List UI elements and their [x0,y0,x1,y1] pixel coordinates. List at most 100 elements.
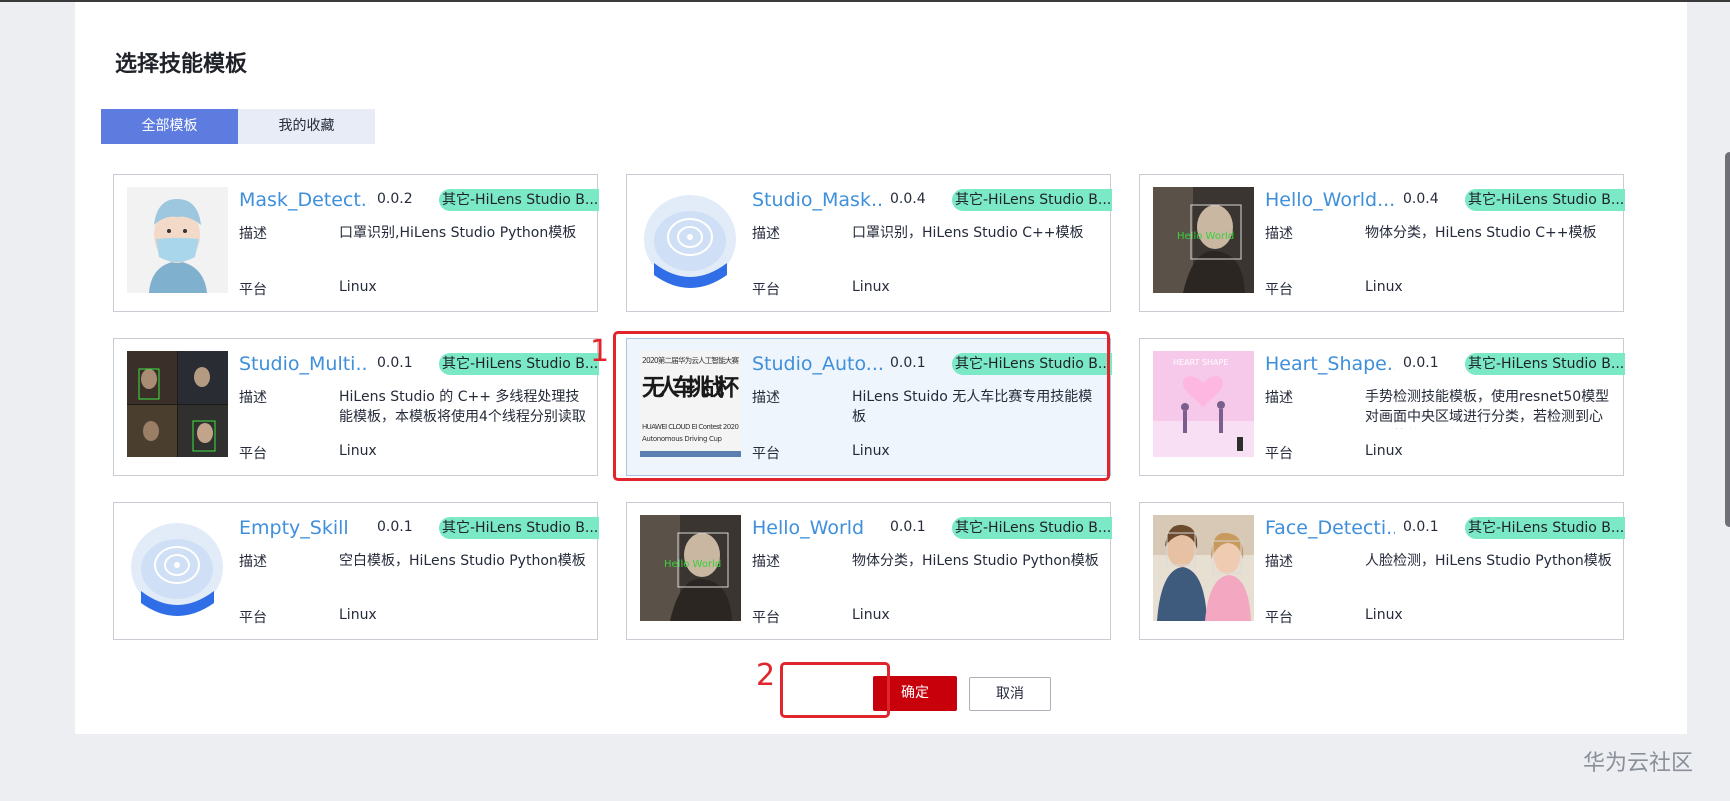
template-description: 口罩识别，HiLens Studio C++模板 [852,225,1084,241]
template-name[interactable]: Studio_Mask... [752,189,882,211]
template-description: HiLens Studio 的 C++ 多线程处理技能模板，本模板将使用4个线程… [339,389,586,425]
template-description: 手势检测技能模板，使用resnet50模型对画面中央区域进行分类，若检测到心形手… [1365,389,1610,425]
template-card[interactable]: Hello World Hello_World... 0.0.4 其它-HiLe… [1139,174,1625,312]
template-thumbnail [1153,515,1254,621]
template-version: 0.0.1 [890,519,926,535]
template-tag: 其它-HiLens Studio B... [952,189,1112,211]
svg-text:Hello World: Hello World [664,559,721,570]
scrollbar-track [1725,152,1730,527]
platform-label: 平台 [1265,282,1293,298]
template-thumbnail [127,515,228,621]
template-platform: Linux [1365,607,1403,623]
template-version: 0.0.1 [377,519,413,535]
template-version: 0.0.1 [1403,519,1439,535]
platform-label: 平台 [1265,610,1293,626]
template-name[interactable]: Empty_Skill [239,517,369,539]
template-platform: Linux [1365,443,1403,459]
template-name[interactable]: Face_Detecti... [1265,517,1395,539]
template-description: HiLens Stuido 无人车比赛专用技能模板 [852,389,1093,425]
platform-label: 平台 [239,446,267,462]
template-card[interactable]: Empty_Skill 0.0.1 其它-HiLens Studio B... … [113,502,599,640]
watermark: 华为云社区 [1583,751,1694,776]
template-platform: Linux [339,607,377,623]
template-platform: Linux [1365,279,1403,295]
template-card[interactable]: Studio_Multi... 0.0.1 其它-HiLens Studio B… [113,338,599,476]
template-tag: 其它-HiLens Studio B... [952,517,1112,539]
template-grid: Mask_Detect... 0.0.2 其它-HiLens Studio B.… [113,174,1625,640]
template-platform: Linux [852,443,890,459]
template-thumbnail: 2020第二届华为云人工智能大赛 无人车挑战杯 HUAWEI CLOUD EI … [640,351,741,457]
template-platform: Linux [339,279,377,295]
template-card[interactable]: Mask_Detect... 0.0.2 其它-HiLens Studio B.… [113,174,599,312]
template-platform: Linux [339,443,377,459]
tab-all-templates[interactable]: 全部模板 [101,109,238,144]
tab-bar: 全部模板 我的收藏 [101,109,375,144]
template-version: 0.0.1 [1403,355,1439,371]
template-description: 物体分类，HiLens Studio Python模板 [852,553,1099,569]
template-version: 0.0.1 [890,355,926,371]
cancel-button[interactable]: 取消 [969,677,1051,711]
platform-label: 平台 [752,446,780,462]
scrollbar-thumb[interactable] [1725,152,1730,527]
template-version: 0.0.2 [377,191,413,207]
template-thumbnail [640,187,741,293]
svg-text:HUAWEI CLOUD EI Contest 2020: HUAWEI CLOUD EI Contest 2020 [642,423,739,431]
template-name[interactable]: Mask_Detect... [239,189,369,211]
template-description: 空白模板，HiLens Studio Python模板 [339,553,586,569]
template-tag: 其它-HiLens Studio B... [1465,517,1625,539]
platform-label: 平台 [239,610,267,626]
template-dialog: 选择技能模板 全部模板 我的收藏 Mask_Detect... 0.0.2 其它… [75,2,1730,734]
svg-text:无人车挑战杯: 无人车挑战杯 [642,374,739,401]
platform-label: 平台 [1265,446,1293,462]
desc-label: 描述 [752,226,780,242]
template-thumbnail: Hello World [1153,187,1254,293]
template-card[interactable]: Face_Detecti... 0.0.1 其它-HiLens Studio B… [1139,502,1625,640]
template-thumbnail [127,187,228,293]
template-card[interactable]: Hello World Hello_World 0.0.1 其它-HiLens … [626,502,1112,640]
platform-label: 平台 [752,610,780,626]
template-version: 0.0.4 [1403,191,1439,207]
template-card[interactable]: HEART SHAPE Heart_Shape... 0.0.1 其它-HiLe… [1139,338,1625,476]
template-description: 口罩识别,HiLens Studio Python模板 [339,225,577,241]
platform-label: 平台 [239,282,267,298]
desc-label: 描述 [239,226,267,242]
template-tag: 其它-HiLens Studio B... [439,189,599,211]
step-number-2: 2 [756,658,776,693]
template-platform: Linux [852,279,890,295]
step-number-1: 1 [590,334,610,369]
template-name[interactable]: Hello_World... [1265,189,1395,211]
template-tag: 其它-HiLens Studio B... [439,517,599,539]
template-card[interactable]: 2020第二届华为云人工智能大赛 无人车挑战杯 HUAWEI CLOUD EI … [626,338,1112,476]
desc-label: 描述 [1265,554,1293,570]
template-thumbnail: Hello World [640,515,741,621]
desc-label: 描述 [752,554,780,570]
svg-text:Autonomous Driving Cup: Autonomous Driving Cup [642,435,723,443]
template-thumbnail [127,351,228,457]
template-tag: 其它-HiLens Studio B... [439,353,599,375]
desc-label: 描述 [239,390,267,406]
template-name[interactable]: Studio_Auto... [752,353,882,375]
template-name[interactable]: Studio_Multi... [239,353,369,375]
template-version: 0.0.4 [890,191,926,207]
svg-text:HEART SHAPE: HEART SHAPE [1173,358,1228,367]
template-tag: 其它-HiLens Studio B... [1465,189,1625,211]
template-platform: Linux [852,607,890,623]
template-tag: 其它-HiLens Studio B... [952,353,1112,375]
template-description: 人脸检测，HiLens Studio Python模板 [1365,553,1612,569]
template-card[interactable]: Studio_Mask... 0.0.4 其它-HiLens Studio B.… [626,174,1112,312]
template-name[interactable]: Hello_World [752,517,882,539]
template-name[interactable]: Heart_Shape... [1265,353,1395,375]
template-tag: 其它-HiLens Studio B... [1465,353,1625,375]
template-thumbnail: HEART SHAPE [1153,351,1254,457]
desc-label: 描述 [239,554,267,570]
confirm-button[interactable]: 确定 [873,676,957,711]
svg-text:2020第二届华为云人工智能大赛: 2020第二届华为云人工智能大赛 [642,355,740,365]
tab-my-favorites[interactable]: 我的收藏 [238,109,375,144]
desc-label: 描述 [1265,390,1293,406]
desc-label: 描述 [752,390,780,406]
desc-label: 描述 [1265,226,1293,242]
template-version: 0.0.1 [377,355,413,371]
template-description: 物体分类，HiLens Studio C++模板 [1365,225,1597,241]
platform-label: 平台 [752,282,780,298]
dialog-title: 选择技能模板 [115,52,248,77]
